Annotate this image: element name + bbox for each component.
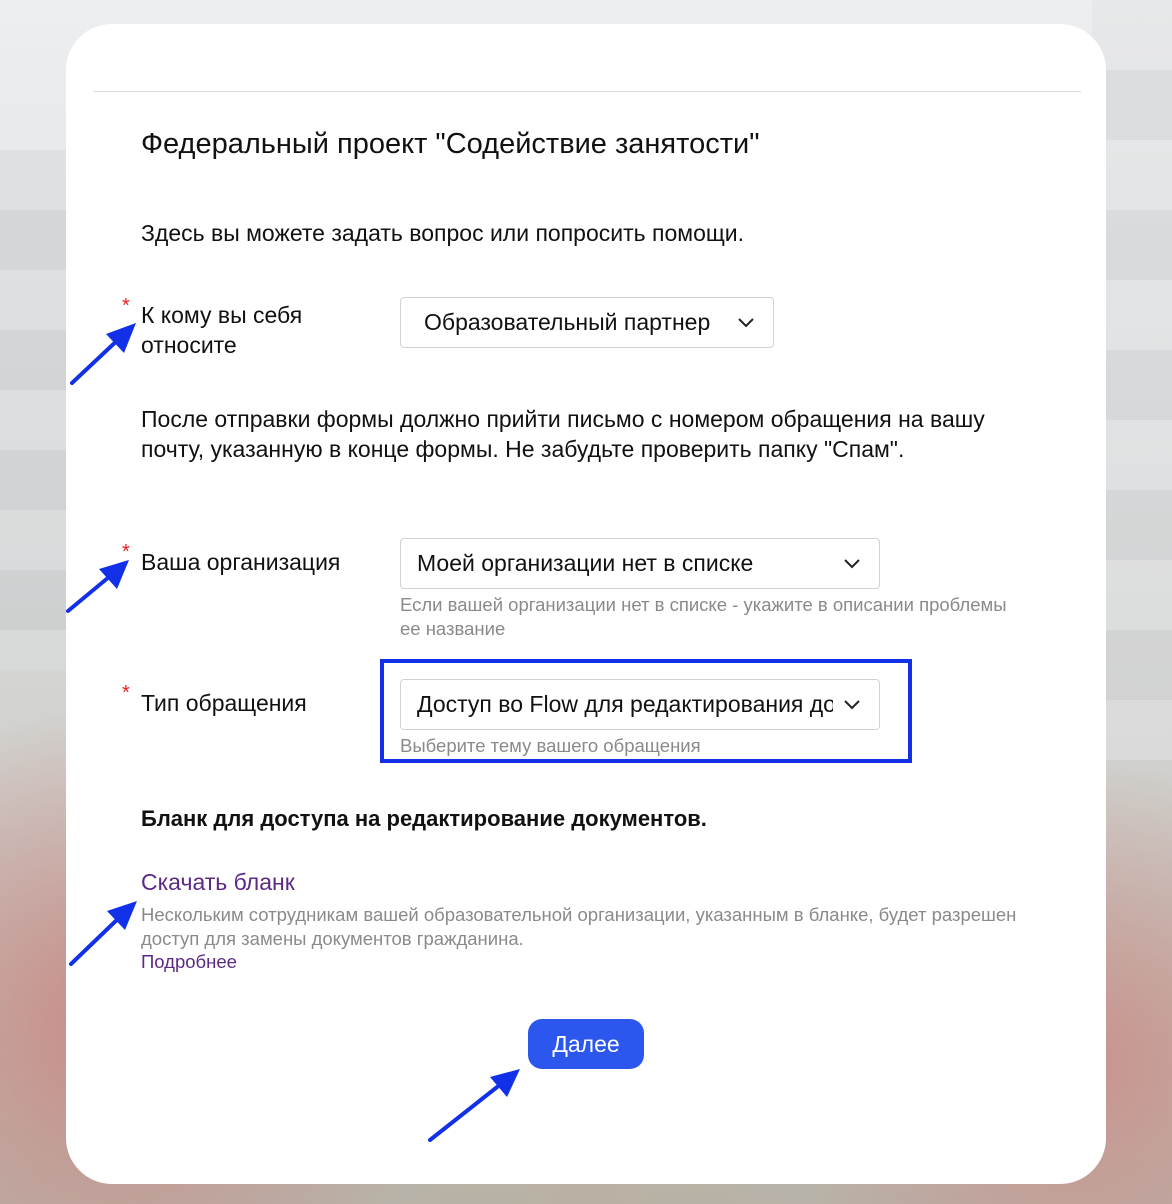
annotation-arrow-icon [66,560,129,613]
annotation-arrow-icon [70,323,136,385]
annotation-arrow-icon [428,1069,520,1142]
annotation-arrow-icon [69,901,137,966]
annotation-arrows [66,323,520,1142]
